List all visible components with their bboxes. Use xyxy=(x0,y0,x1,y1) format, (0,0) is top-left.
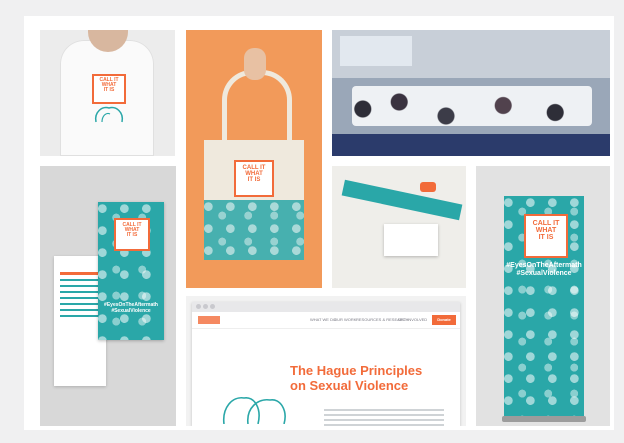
website-body-text xyxy=(324,406,444,426)
lanyard-photo xyxy=(332,166,466,288)
leaflet-photo: CALL IT WHAT IT IS #EyesOnTheAftermath #… xyxy=(40,166,176,426)
website-headline: The Hague Principles on Sexual Violence xyxy=(290,363,440,394)
donate-button[interactable]: Donate xyxy=(432,315,456,325)
room-window xyxy=(340,36,412,66)
badge-line-2: WHAT xyxy=(535,227,557,234)
tote-badge: CALL IT WHAT IT IS xyxy=(234,160,274,197)
nav-item-2[interactable]: OUR WORK xyxy=(334,317,356,322)
browser-dot xyxy=(203,304,208,309)
website-screenshot: WHAT WE DO OUR WORK RESOURCES & RESEARCH… xyxy=(186,296,466,426)
collage-frame: CALL IT WHAT IT IS CALL IT WHAT IT IS CA… xyxy=(24,16,614,430)
hashtag-b: #SexualViolence xyxy=(111,308,151,314)
browser-window: WHAT WE DO OUR WORK RESOURCES & RESEARCH… xyxy=(192,302,460,426)
hashtag-b: #SexualViolence xyxy=(516,270,572,278)
banner-badge: CALL IT WHAT IT IS xyxy=(524,214,568,258)
site-logo xyxy=(198,316,220,324)
lanyard-strap xyxy=(341,179,463,221)
rollup-banner-photo: CALL IT WHAT IT IS #EyesOnTheAftermath #… xyxy=(476,166,610,426)
badge-line-3: IT IS xyxy=(247,177,261,183)
tshirt-badge: CALL IT WHAT IT IS xyxy=(92,74,126,104)
banner-hashtags: #EyesOnTheAftermath #SexualViolence xyxy=(506,262,582,279)
tote-bag-photo: CALL IT WHAT IT IS xyxy=(186,30,322,288)
banner-base xyxy=(502,416,586,422)
leaflet-badge: CALL IT WHAT IT IS xyxy=(114,218,150,251)
badge-line-3: IT IS xyxy=(103,87,115,93)
meeting-room-photo xyxy=(332,30,610,156)
leaflet-hashtags: #EyesOnTheAftermath #SexualViolence xyxy=(100,302,162,314)
badge-line-1: CALL IT xyxy=(532,220,560,227)
headline-line-1: The Hague Principles xyxy=(290,363,423,378)
headline-line-2: on Sexual Violence xyxy=(290,377,409,393)
tshirt-photo: CALL IT WHAT IT IS xyxy=(40,30,175,156)
room-floor xyxy=(332,134,610,156)
browser-dot xyxy=(210,304,215,309)
profile-heads-illustration xyxy=(222,397,286,424)
hand xyxy=(244,48,266,80)
site-navigation: WHAT WE DO OUR WORK RESOURCES & RESEARCH… xyxy=(192,312,460,329)
browser-dot xyxy=(196,304,201,309)
badge-line-3: IT IS xyxy=(126,232,138,238)
badge-line-3: IT IS xyxy=(538,234,554,241)
tshirt-head-illustration xyxy=(94,106,124,123)
hashtag-a: #EyesOnTheAftermath xyxy=(506,262,582,269)
nav-item-4[interactable]: GET INVOLVED xyxy=(398,317,427,322)
lanyard-clip xyxy=(420,182,436,192)
badge-card xyxy=(384,224,438,256)
nav-item-1[interactable]: WHAT WE DO xyxy=(310,317,336,322)
tote-pattern xyxy=(204,200,304,260)
